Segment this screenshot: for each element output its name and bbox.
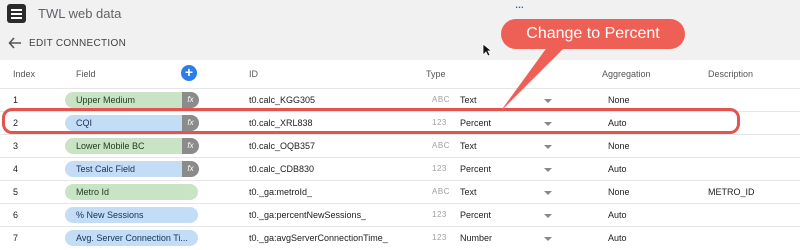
type-select[interactable]: Percent: [460, 158, 491, 180]
type-select[interactable]: Number: [460, 227, 492, 249]
column-header-index: Index: [13, 69, 36, 79]
field-chip[interactable]: Upper Medium: [65, 92, 182, 108]
number-type-icon: 123: [432, 233, 447, 242]
field-chip[interactable]: Avg. Server Connection Ti...: [65, 230, 198, 246]
table-row[interactable]: 4 Test Calc Field fx t0.calc_CDB830 123 …: [0, 157, 800, 180]
field-id: t0._ga:avgServerConnectionTime_: [249, 233, 388, 243]
chevron-down-icon[interactable]: [544, 237, 552, 241]
add-field-button[interactable]: +: [181, 65, 197, 81]
field-chip[interactable]: % New Sessions: [65, 207, 198, 223]
type-select[interactable]: Text: [460, 181, 477, 203]
aggregation-value[interactable]: None: [608, 181, 630, 203]
number-type-icon: 123: [432, 164, 447, 173]
aggregation-value[interactable]: Auto: [608, 204, 627, 226]
row-index: 6: [13, 210, 19, 220]
text-type-icon: ABC: [432, 141, 450, 150]
row-index: 4: [13, 164, 19, 174]
formula-icon[interactable]: fx: [182, 161, 199, 177]
description-value[interactable]: METRO_ID: [708, 181, 755, 203]
type-select[interactable]: Percent: [460, 204, 491, 226]
table-row[interactable]: 7 Avg. Server Connection Ti... t0._ga:av…: [0, 226, 800, 249]
number-type-icon: 123: [432, 210, 447, 219]
chevron-down-icon[interactable]: [544, 191, 552, 195]
field-id: t0.calc_CDB830: [249, 164, 315, 174]
column-header-description: Description: [708, 69, 754, 79]
top-mark: …: [515, 0, 524, 10]
row-index: 7: [13, 233, 19, 243]
page-title: EDIT CONNECTION: [29, 38, 127, 49]
back-arrow-icon[interactable]: [8, 36, 22, 50]
column-header-id: ID: [249, 69, 258, 79]
aggregation-value[interactable]: None: [608, 135, 630, 157]
app-title: TWL web data: [38, 6, 122, 21]
column-header-field: Field: [76, 69, 96, 79]
row-index: 3: [13, 141, 19, 151]
chevron-down-icon[interactable]: [544, 99, 552, 103]
aggregation-value[interactable]: Auto: [608, 158, 627, 180]
row-highlight-outline: [2, 108, 740, 134]
field-chip[interactable]: Test Calc Field: [65, 161, 182, 177]
menu-icon[interactable]: [7, 4, 26, 23]
field-chip[interactable]: Lower Mobile BC: [65, 138, 182, 154]
field-id: t0.calc_OQB357: [249, 141, 316, 151]
column-header-aggregation: Aggregation: [602, 69, 651, 79]
type-select[interactable]: Text: [460, 135, 477, 157]
aggregation-value[interactable]: Auto: [608, 227, 627, 249]
chevron-down-icon[interactable]: [544, 145, 552, 149]
callout-bubble: Change to Percent: [501, 19, 685, 49]
chevron-down-icon[interactable]: [544, 214, 552, 218]
field-id: t0._ga:metroId_: [249, 187, 313, 197]
text-type-icon: ABC: [432, 187, 450, 196]
formula-icon[interactable]: fx: [182, 92, 199, 108]
field-chip[interactable]: Metro Id: [65, 184, 198, 200]
mouse-cursor-icon: [482, 43, 492, 57]
chevron-down-icon[interactable]: [544, 168, 552, 172]
formula-icon[interactable]: fx: [182, 138, 199, 154]
row-index: 5: [13, 187, 19, 197]
table-row[interactable]: 6 % New Sessions t0._ga:percentNewSessio…: [0, 203, 800, 226]
table-row[interactable]: 5 Metro Id t0._ga:metroId_ ABC Text None…: [0, 180, 800, 203]
table-row[interactable]: 3 Lower Mobile BC fx t0.calc_OQB357 ABC …: [0, 134, 800, 157]
field-id: t0._ga:percentNewSessions_: [249, 210, 367, 220]
column-header-type: Type: [426, 69, 446, 79]
